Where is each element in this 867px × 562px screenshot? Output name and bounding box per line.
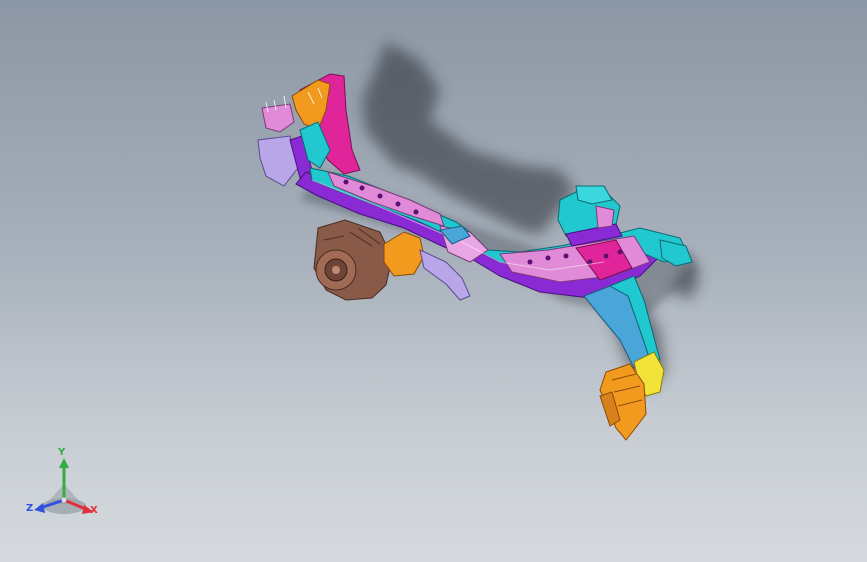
z-axis-label: Z	[26, 503, 34, 514]
rear-tower-pink-face	[595, 205, 615, 229]
motor-housing-part[interactable]	[313, 219, 393, 301]
y-axis-arrowhead	[59, 458, 69, 468]
x-axis-label: X	[90, 505, 98, 516]
bracket-orange	[383, 231, 425, 277]
triad-origin	[61, 497, 67, 503]
rear-tower-top	[575, 185, 613, 205]
housing-hub-center	[332, 266, 340, 274]
front-tower-part[interactable]	[257, 73, 361, 187]
y-axis-label: Y	[58, 447, 66, 458]
coordinate-triad: Y X Z	[24, 446, 108, 526]
cad-model-view[interactable]	[0, 0, 867, 562]
graphics-viewport[interactable]: Y X Z	[0, 0, 867, 562]
